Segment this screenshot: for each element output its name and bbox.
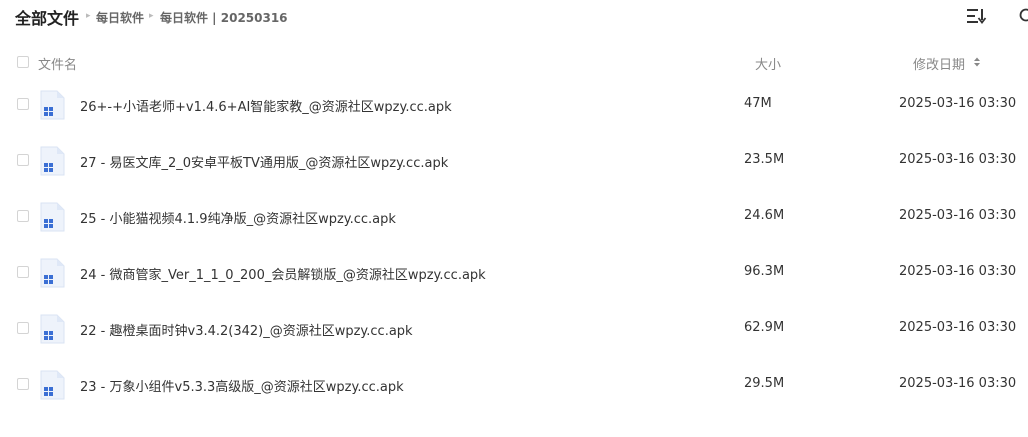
file-size: 23.5M (744, 152, 785, 167)
apk-file-icon (40, 90, 65, 120)
file-row[interactable]: 26+-+小语老师+v1.4.6+AI智能家教_@资源社区wpzy.cc.apk… (0, 78, 1028, 134)
breadcrumb-bar: 全部文件 ▸ 每日软件 ▸ 每日软件 | 20250316 (0, 0, 1028, 34)
file-row[interactable]: 27 - 易医文库_2_0安卓平板TV通用版_@资源社区wpzy.cc.apk … (0, 134, 1028, 190)
row-checkbox[interactable] (17, 154, 29, 166)
sort-icon[interactable] (973, 56, 981, 68)
apk-file-icon (40, 202, 65, 232)
file-modified-date: 2025-03-16 03:30 (899, 264, 1017, 279)
file-modified-date: 2025-03-16 03:30 (899, 152, 1017, 167)
file-row[interactable]: 22 - 趣橙桌面时钟v3.4.2(342)_@资源社区wpzy.cc.apk … (0, 302, 1028, 358)
file-row[interactable]: 25 - 小能猫视频4.1.9纯净版_@资源社区wpzy.cc.apk 24.6… (0, 190, 1028, 246)
apk-file-icon (40, 370, 65, 400)
apk-file-icon (40, 314, 65, 344)
breadcrumb-separator-icon: ▸ (86, 11, 91, 21)
file-name[interactable]: 24 - 微商管家_Ver_1_1_0_200_会员解锁版_@资源社区wpzy.… (80, 264, 486, 283)
file-size: 47M (744, 96, 772, 111)
column-header-modified[interactable]: 修改日期 (913, 54, 965, 73)
file-row[interactable]: 23 - 万象小组件v5.3.3高级版_@资源社区wpzy.cc.apk 29.… (0, 358, 1028, 414)
apk-file-icon (40, 146, 65, 176)
row-checkbox[interactable] (17, 322, 29, 334)
file-size: 96.3M (744, 264, 785, 279)
row-checkbox[interactable] (17, 210, 29, 222)
file-modified-date: 2025-03-16 03:30 (899, 320, 1017, 335)
file-name[interactable]: 23 - 万象小组件v5.3.3高级版_@资源社区wpzy.cc.apk (80, 376, 404, 395)
breadcrumb-item-current: 每日软件 | 20250316 (160, 11, 288, 25)
file-name[interactable]: 25 - 小能猫视频4.1.9纯净版_@资源社区wpzy.cc.apk (80, 208, 396, 227)
breadcrumb-separator-icon: ▸ (149, 11, 154, 21)
file-row[interactable]: 24 - 微商管家_Ver_1_1_0_200_会员解锁版_@资源社区wpzy.… (0, 246, 1028, 302)
file-modified-date: 2025-03-16 03:30 (899, 208, 1017, 223)
file-size: 62.9M (744, 320, 785, 335)
row-checkbox[interactable] (17, 266, 29, 278)
file-list-header: 文件名 大小 修改日期 (0, 46, 1028, 78)
file-name[interactable]: 27 - 易医文库_2_0安卓平板TV通用版_@资源社区wpzy.cc.apk (80, 152, 448, 171)
breadcrumb-item-folder[interactable]: 每日软件 (96, 9, 144, 26)
search-icon[interactable] (1018, 7, 1028, 25)
file-modified-date: 2025-03-16 03:30 (899, 376, 1017, 391)
list-view-icon[interactable] (966, 7, 988, 25)
file-name[interactable]: 26+-+小语老师+v1.4.6+AI智能家教_@资源社区wpzy.cc.apk (80, 96, 452, 115)
file-name[interactable]: 22 - 趣橙桌面时钟v3.4.2(342)_@资源社区wpzy.cc.apk (80, 320, 413, 339)
column-header-name[interactable]: 文件名 (38, 54, 77, 73)
column-header-size[interactable]: 大小 (755, 54, 781, 73)
file-size: 24.6M (744, 208, 785, 223)
file-size: 29.5M (744, 376, 785, 391)
breadcrumb-root[interactable]: 全部文件 (15, 5, 79, 29)
row-checkbox[interactable] (17, 98, 29, 110)
select-all-checkbox[interactable] (17, 56, 29, 68)
apk-file-icon (40, 258, 65, 288)
file-modified-date: 2025-03-16 03:30 (899, 96, 1017, 111)
row-checkbox[interactable] (17, 378, 29, 390)
